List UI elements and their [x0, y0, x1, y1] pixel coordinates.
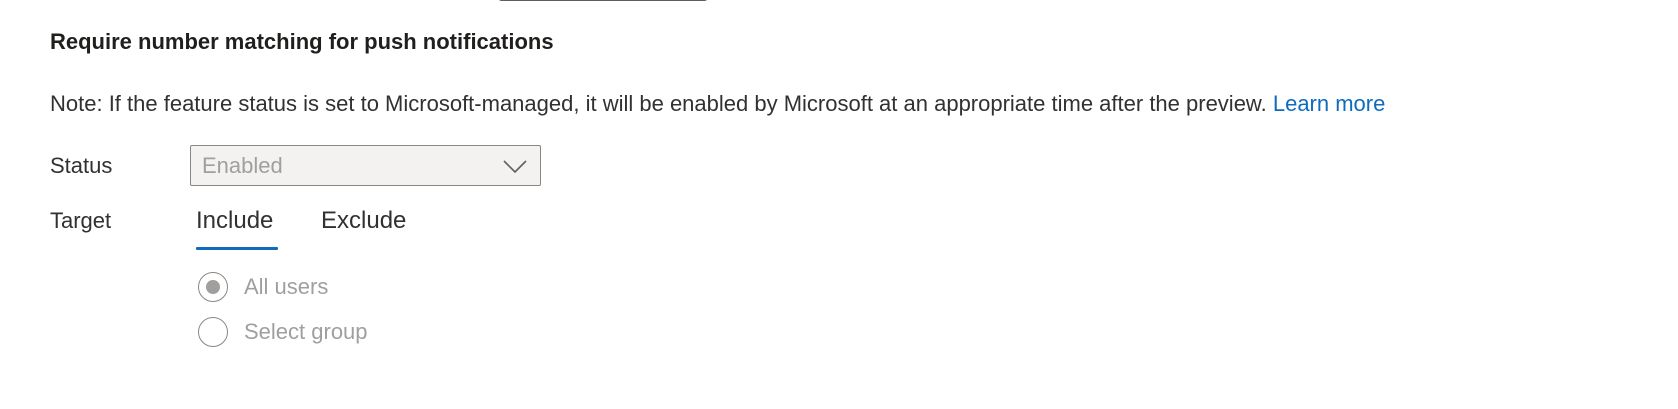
- status-dropdown[interactable]: Enabled: [190, 145, 541, 186]
- tab-include[interactable]: Include: [196, 203, 273, 239]
- radio-label-all-users: All users: [244, 274, 329, 299]
- note-paragraph: Note: If the feature status is set to Mi…: [50, 90, 1385, 118]
- status-dropdown-value: Enabled: [202, 153, 283, 178]
- radio-button-unchecked[interactable]: [198, 317, 228, 347]
- radio-dot: [206, 280, 220, 294]
- radio-button-checked[interactable]: [198, 272, 228, 302]
- section-title: Require number matching for push notific…: [50, 29, 554, 54]
- target-label: Target: [50, 208, 112, 233]
- learn-more-link[interactable]: Learn more: [1273, 91, 1386, 116]
- top-scroll-indicator: [498, 0, 708, 1]
- tab-exclude[interactable]: Exclude: [321, 203, 406, 239]
- note-text: Note: If the feature status is set to Mi…: [50, 91, 1267, 116]
- radio-label-select-group: Select group: [244, 319, 368, 344]
- tab-selected-indicator: [196, 247, 278, 250]
- chevron-down-icon: [503, 160, 527, 174]
- status-label: Status: [50, 153, 113, 178]
